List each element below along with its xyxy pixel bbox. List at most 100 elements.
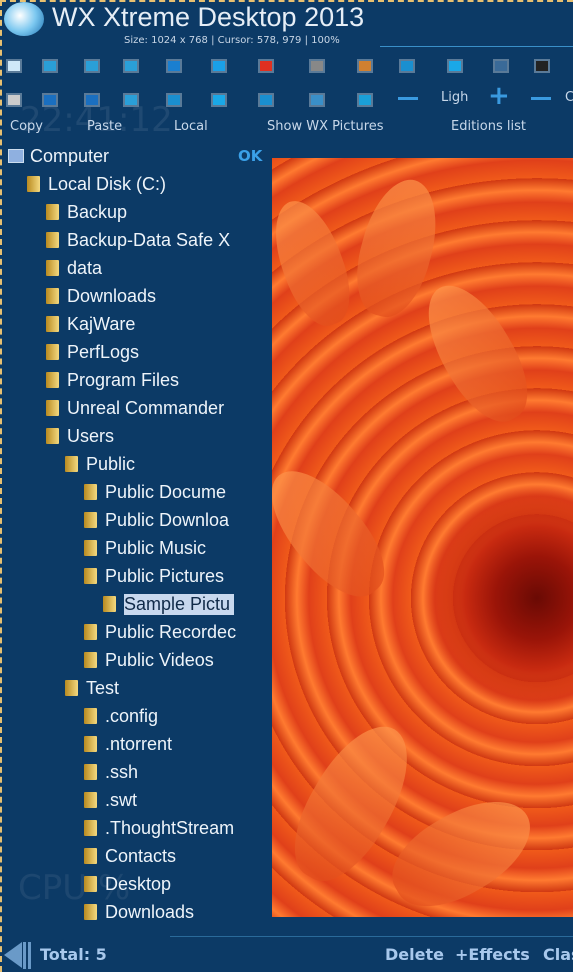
app-logo — [4, 2, 44, 36]
folder-tree: Computer Local Disk (C:) Backup Backup-Data… — [0, 142, 272, 932]
style-icon-1[interactable] — [6, 93, 22, 107]
tree-item[interactable]: Backup — [46, 198, 127, 226]
tree-item[interactable]: Public Videos — [84, 646, 214, 674]
tree-item[interactable]: .config — [84, 702, 158, 730]
layout-icon-11[interactable] — [447, 59, 463, 73]
tree-item[interactable]: .swt — [84, 786, 137, 814]
layout-icon-7[interactable] — [258, 59, 274, 73]
folder-icon — [46, 288, 59, 304]
app-title: WX Xtreme Desktop 2013 — [52, 2, 365, 32]
tree-item[interactable]: Public — [65, 450, 135, 478]
tree-item-label: Local Disk (C:) — [48, 173, 167, 194]
layout-icon-8[interactable] — [309, 59, 325, 73]
folder-icon — [84, 652, 97, 668]
picture-preview[interactable] — [272, 158, 573, 917]
tree-item[interactable]: Contacts — [84, 842, 176, 870]
style-icon-7[interactable] — [258, 93, 274, 107]
tree-item[interactable]: Local Disk (C:) — [27, 170, 166, 198]
layout-icon-1[interactable] — [6, 59, 22, 73]
drive-icon — [27, 176, 40, 192]
style-icon-8[interactable] — [309, 93, 325, 107]
footer-divider — [170, 936, 573, 937]
paste-button[interactable]: Paste — [87, 119, 122, 134]
layout-icon-2[interactable] — [42, 59, 58, 73]
tree-item[interactable]: data — [46, 254, 102, 282]
layout-icon-13[interactable] — [534, 59, 550, 73]
tree-item[interactable]: Public Downloa — [84, 506, 229, 534]
folder-icon — [46, 344, 59, 360]
layout-icon-9[interactable] — [357, 59, 373, 73]
editions-list-button[interactable]: Editions list — [451, 119, 526, 134]
decrease-button[interactable] — [398, 97, 418, 100]
show-wx-pictures-button[interactable]: Show WX Pictures — [267, 119, 384, 134]
effects-button[interactable]: +Effects — [455, 945, 530, 964]
tree-item[interactable]: Test — [65, 674, 119, 702]
next-label: C — [565, 90, 573, 105]
tree-item[interactable]: PerfLogs — [46, 338, 139, 366]
folder-icon — [84, 764, 97, 780]
tree-item[interactable]: Backup-Data Safe X — [46, 226, 230, 254]
tree-item-label: Public Pictures — [105, 565, 225, 586]
folder-icon — [65, 456, 78, 472]
tree-item[interactable]: Public Pictures — [84, 562, 224, 590]
increase-button[interactable]: + — [488, 81, 510, 111]
layout-icon-12[interactable] — [493, 59, 509, 73]
copy-button[interactable]: Copy — [10, 119, 43, 134]
folder-icon — [46, 232, 59, 248]
layout-icon-3[interactable] — [84, 59, 100, 73]
delete-button[interactable]: Delete — [385, 945, 444, 964]
tree-item[interactable]: Public Docume — [84, 478, 226, 506]
status-text: Size: 1024 x 768 | Cursor: 578, 979 | 10… — [124, 35, 340, 46]
folder-icon — [84, 876, 97, 892]
style-icon-9[interactable] — [357, 93, 373, 107]
tree-item[interactable]: Computer — [8, 142, 109, 170]
tree-item[interactable]: Desktop — [84, 870, 171, 898]
tree-item-label: KajWare — [67, 313, 136, 334]
style-icon-5[interactable] — [166, 93, 182, 107]
tree-item[interactable]: Program Files — [46, 366, 179, 394]
tree-item[interactable]: Favorites — [84, 926, 179, 933]
tree-item[interactable]: .ssh — [84, 758, 138, 786]
style-icon-4[interactable] — [123, 93, 139, 107]
local-button[interactable]: Local — [174, 119, 208, 134]
layout-icon-5[interactable] — [166, 59, 182, 73]
tree-item-label: Public Music — [105, 537, 207, 558]
layout-icon-4[interactable] — [123, 59, 139, 73]
tree-item[interactable]: Public Music — [84, 534, 206, 562]
style-icon-6[interactable] — [211, 93, 227, 107]
tree-item-label: Contacts — [105, 845, 177, 866]
tree-item[interactable]: Public Recordec — [84, 618, 236, 646]
decrease-button-2[interactable] — [531, 97, 551, 100]
layout-icon-6[interactable] — [211, 59, 227, 73]
layout-icon-10[interactable] — [399, 59, 415, 73]
style-icon-3[interactable] — [84, 93, 100, 107]
tree-item-label: Public Videos — [105, 649, 214, 670]
tree-item[interactable]: KajWare — [46, 310, 135, 338]
tree-item[interactable]: Downloads — [46, 282, 156, 310]
tree-item-label: data — [67, 257, 103, 278]
folder-icon — [65, 680, 78, 696]
folder-icon — [84, 820, 97, 836]
tree-item[interactable]: Downloads — [84, 898, 194, 926]
classic-button[interactable]: Clas — [543, 945, 573, 964]
back-arrow-icon[interactable] — [4, 942, 22, 968]
tree-item-label: Public — [86, 453, 136, 474]
folder-icon — [84, 736, 97, 752]
folder-icon — [84, 792, 97, 808]
users-folder-icon — [46, 428, 59, 444]
tree-item[interactable]: Users — [46, 422, 114, 450]
tree-item[interactable]: .ThoughtStream — [84, 814, 234, 842]
tree-item-label: Computer — [30, 145, 110, 166]
folder-icon — [84, 540, 97, 556]
tree-item-label: .ThoughtStream — [105, 817, 235, 838]
tree-item[interactable]: Sample Pictu — [103, 590, 235, 618]
style-icon-2[interactable] — [42, 93, 58, 107]
folder-icon — [46, 400, 59, 416]
folder-icon — [84, 708, 97, 724]
total-count: Total: 5 — [40, 945, 107, 964]
tree-item[interactable]: .ntorrent — [84, 730, 172, 758]
tree-item-label: .swt — [105, 789, 138, 810]
downloads-folder-icon — [84, 904, 97, 920]
tree-item-label: Downloads — [67, 285, 157, 306]
tree-item[interactable]: Unreal Commander — [46, 394, 224, 422]
